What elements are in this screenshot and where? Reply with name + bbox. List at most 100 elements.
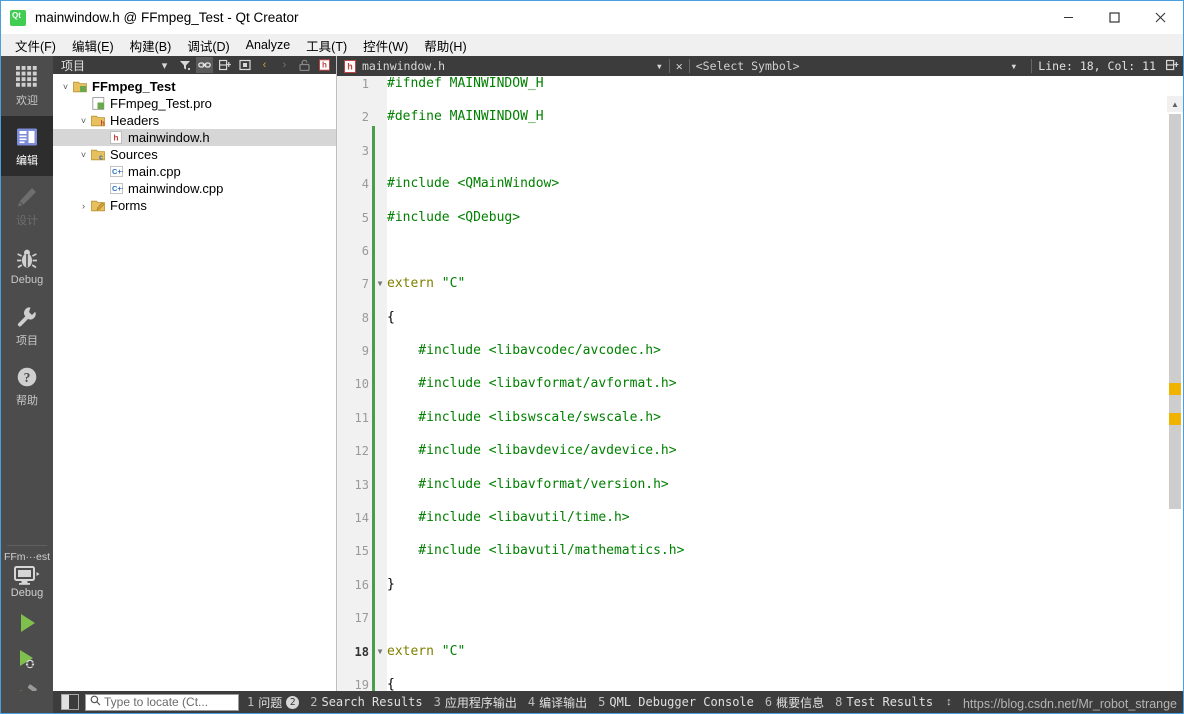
code-line-text: #include <QDebug> bbox=[387, 209, 521, 225]
tree-item-main.cpp[interactable]: C++ main.cpp bbox=[53, 163, 336, 180]
menu-tools[interactable]: 工具(T) bbox=[298, 34, 355, 57]
tree-item-ffmpeg_test.pro[interactable]: FFmpeg_Test.pro bbox=[53, 95, 336, 112]
code-line[interactable]: 17 bbox=[337, 610, 1167, 627]
close-split-icon[interactable] bbox=[236, 57, 253, 73]
kit-selector[interactable]: FFm···est Debug bbox=[1, 541, 53, 713]
menu-debug[interactable]: 调试(D) bbox=[179, 34, 237, 57]
line-number: 6 bbox=[361, 243, 369, 258]
code-line-text: { bbox=[387, 676, 395, 691]
run-button[interactable] bbox=[1, 605, 53, 641]
code-line[interactable]: 6 bbox=[337, 243, 1167, 260]
nav-forward-icon[interactable]: › bbox=[276, 57, 293, 73]
code-line[interactable]: 10 #include <libavformat/avformat.h> bbox=[337, 376, 1167, 393]
code-line-text: #include <libavformat/avformat.h> bbox=[387, 376, 677, 392]
code-line[interactable]: 16} bbox=[337, 577, 1167, 594]
code-line[interactable]: 12 #include <libavdevice/avdevice.h> bbox=[337, 443, 1167, 460]
menu-help[interactable]: 帮助(H) bbox=[416, 34, 474, 57]
close-button[interactable] bbox=[1137, 1, 1183, 34]
tree-item-forms[interactable]: › Forms bbox=[53, 197, 336, 214]
code-line[interactable]: 1 #ifndef MAINWINDOW_H bbox=[337, 76, 1167, 93]
symbol-dropdown-icon[interactable]: ▾ bbox=[1010, 59, 1017, 73]
code-text[interactable]: 1 #ifndef MAINWINDOW_H 2 #define MAINWINDOW… bbox=[337, 76, 1167, 691]
mode-label: 欢迎 bbox=[16, 95, 38, 107]
mode-项目[interactable]: 项目 bbox=[1, 296, 53, 356]
sync-with-editor-icon[interactable] bbox=[196, 57, 213, 73]
code-line[interactable]: 9 #include <libavcodec/avcodec.h> bbox=[337, 343, 1167, 360]
maximize-button[interactable] bbox=[1091, 1, 1137, 34]
sources-icon: c bbox=[90, 148, 106, 161]
locator-input[interactable]: Type to locate (Ct... bbox=[85, 693, 239, 711]
editor-filename[interactable]: mainwindow.h bbox=[362, 59, 445, 73]
code-line[interactable]: 4 #include <QMainWindow> bbox=[337, 176, 1167, 193]
menu-file[interactable]: 文件(F) bbox=[7, 34, 64, 57]
nav-back-icon[interactable]: ‹ bbox=[256, 57, 273, 73]
code-line[interactable]: 19 { bbox=[337, 677, 1167, 691]
mode-帮助[interactable]: ? 帮助 bbox=[1, 356, 53, 416]
pane-label: Search Results bbox=[321, 695, 423, 709]
fold-toggle-icon[interactable]: ▼ bbox=[375, 644, 385, 661]
close-file-icon[interactable]: ✕ bbox=[676, 59, 683, 73]
svg-text:C++: C++ bbox=[112, 167, 123, 176]
line-number: 5 bbox=[361, 210, 369, 225]
file-dropdown-icon[interactable]: ▾ bbox=[656, 59, 663, 73]
code-line[interactable]: 7 ▼ extern "C" bbox=[337, 276, 1167, 293]
code-line[interactable]: 13 #include <libavformat/version.h> bbox=[337, 477, 1167, 494]
code-line[interactable]: 2 #define MAINWINDOW_H bbox=[337, 109, 1167, 126]
expander-icon[interactable]: ˅ bbox=[77, 150, 90, 160]
scrollbar-thumb[interactable] bbox=[1169, 114, 1181, 509]
mode-编辑[interactable]: 编辑 bbox=[1, 116, 53, 176]
output-pane-6[interactable]: 6 概要信息 bbox=[765, 694, 824, 711]
code-area-wrapper: 1 #ifndef MAINWINDOW_H 2 #define MAINWINDOW… bbox=[337, 76, 1183, 691]
menu-build[interactable]: 构建(B) bbox=[122, 34, 180, 57]
code-line[interactable]: 11 #include <libswscale/swscale.h> bbox=[337, 410, 1167, 427]
editor-vertical-scrollbar[interactable]: ▲ bbox=[1167, 96, 1183, 691]
menu-edit[interactable]: 编辑(E) bbox=[64, 34, 122, 57]
lock-icon[interactable] bbox=[296, 57, 313, 73]
fold-toggle-icon[interactable]: ▼ bbox=[375, 276, 385, 293]
tree-item-ffmpeg_test[interactable]: ˅ FFmpeg_Test bbox=[53, 78, 336, 95]
menu-window[interactable]: 控件(W) bbox=[355, 34, 416, 57]
symbol-selector[interactable]: <Select Symbol> bbox=[696, 59, 800, 73]
view-dropdown-icon[interactable]: ▾ bbox=[156, 57, 173, 73]
scroll-up-icon[interactable]: ▲ bbox=[1167, 96, 1183, 112]
svg-text:h: h bbox=[347, 61, 353, 71]
output-pane-1[interactable]: 1 问题 2 bbox=[247, 694, 300, 711]
expander-icon[interactable]: ˅ bbox=[77, 116, 90, 126]
code-line[interactable]: 8{ bbox=[337, 310, 1167, 327]
scrollbar-warning-marker[interactable] bbox=[1169, 383, 1181, 395]
filter-icon[interactable] bbox=[176, 57, 193, 73]
split-icon[interactable] bbox=[216, 57, 233, 73]
menu-analyze[interactable]: Analyze bbox=[238, 36, 298, 54]
output-pane-2[interactable]: 2 Search Results bbox=[310, 695, 422, 709]
pane-index: 2 bbox=[310, 695, 318, 709]
tree-item-sources[interactable]: ˅ c Sources bbox=[53, 146, 336, 163]
debug-button[interactable] bbox=[1, 641, 53, 677]
pane-index: 5 bbox=[598, 695, 606, 709]
output-pane-5[interactable]: 5 QML Debugger Console bbox=[598, 695, 754, 709]
tree-item-headers[interactable]: ˅ h Headers bbox=[53, 112, 336, 129]
code-line[interactable]: 14 #include <libavutil/time.h> bbox=[337, 510, 1167, 527]
output-pane-3[interactable]: 3 应用程序输出 bbox=[434, 694, 517, 711]
help-icon: ? bbox=[16, 364, 38, 390]
expander-icon[interactable]: › bbox=[77, 201, 90, 211]
code-line[interactable]: 15 #include <libavutil/mathematics.h> bbox=[337, 543, 1167, 560]
line-number: 14 bbox=[354, 511, 369, 526]
tree-item-mainwindow.h[interactable]: h mainwindow.h bbox=[53, 129, 336, 146]
output-pane-8[interactable]: 8 Test Results bbox=[835, 695, 933, 709]
expander-icon[interactable]: ˅ bbox=[59, 82, 72, 92]
code-line[interactable]: 5 #include <QDebug> bbox=[337, 210, 1167, 227]
scrollbar-warning-marker[interactable] bbox=[1169, 413, 1181, 425]
output-pane-updown-icon[interactable]: ↕ bbox=[946, 696, 952, 708]
code-line[interactable]: 3 bbox=[337, 143, 1167, 160]
output-pane-4[interactable]: 4 编译输出 bbox=[528, 694, 587, 711]
status-bar: Type to locate (Ct... 1 问题 2 2 Search Result… bbox=[53, 691, 1183, 713]
tree-item-mainwindow.cpp[interactable]: C++ mainwindow.cpp bbox=[53, 180, 336, 197]
line-number: 2 bbox=[361, 110, 369, 125]
minimize-button[interactable] bbox=[1045, 1, 1091, 34]
mode-设计: 设计 bbox=[1, 176, 53, 236]
mode-欢迎[interactable]: 欢迎 bbox=[1, 56, 53, 116]
code-line[interactable]: 18 ▼ extern "C" bbox=[337, 644, 1167, 661]
toggle-output-pane-icon[interactable] bbox=[61, 694, 79, 710]
mode-debug[interactable]: Debug bbox=[1, 236, 53, 296]
split-editor-icon[interactable] bbox=[1166, 59, 1179, 74]
